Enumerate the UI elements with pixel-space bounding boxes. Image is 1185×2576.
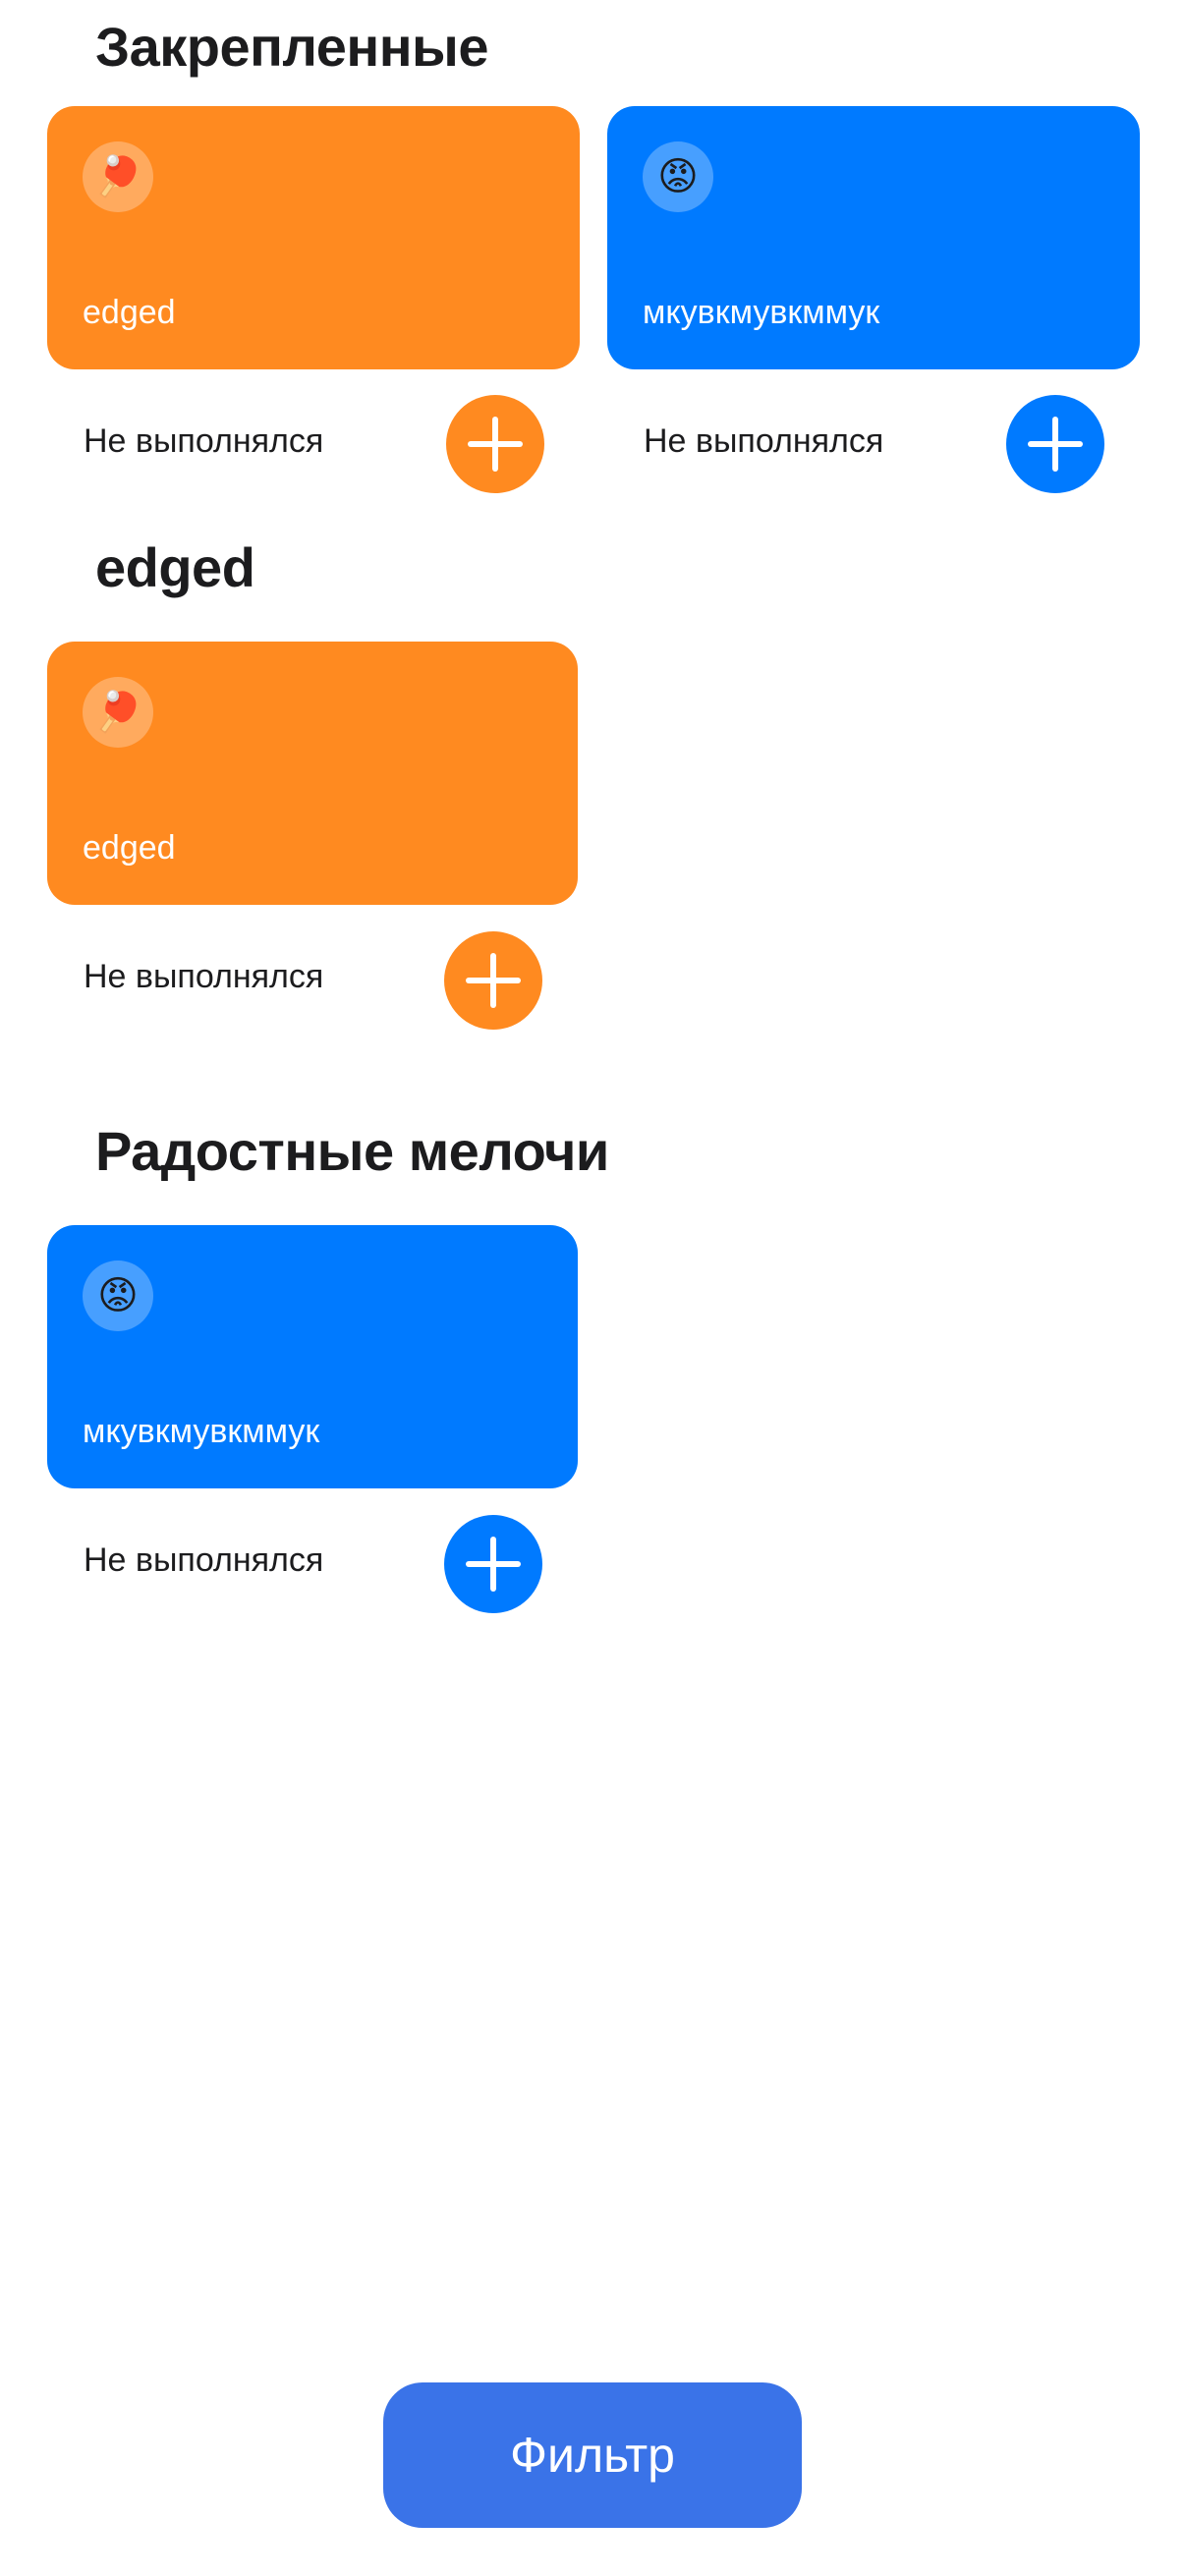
- ping-pong-icon: 🏓: [83, 141, 153, 212]
- habit-name: мкувкмувкммук: [83, 1413, 320, 1450]
- section-title-small-joys: Радостные мелочи: [95, 1120, 609, 1182]
- habit-card[interactable]: 😡 мкувкмувкммук: [47, 1225, 578, 1488]
- habit-card[interactable]: 🏓 edged: [47, 106, 580, 369]
- add-record-button[interactable]: [444, 931, 542, 1030]
- habit-card[interactable]: 🏓 edged: [47, 642, 578, 905]
- section-title-edged: edged: [95, 536, 255, 598]
- habit-card[interactable]: 😡 мкувкмувкммук: [607, 106, 1140, 369]
- angry-face-icon: 😡: [83, 1260, 153, 1331]
- filter-button[interactable]: Фильтр: [383, 2382, 802, 2528]
- add-record-button[interactable]: [444, 1515, 542, 1613]
- habit-name: мкувкмувкммук: [643, 294, 880, 331]
- habit-status: Не выполнялся: [84, 958, 324, 995]
- angry-face-icon: 😡: [643, 141, 713, 212]
- add-record-button[interactable]: [1006, 395, 1104, 493]
- section-title-pinned: Закрепленные: [95, 16, 489, 78]
- habit-status: Не выполнялся: [84, 422, 324, 460]
- add-record-button[interactable]: [446, 395, 544, 493]
- habit-status: Не выполнялся: [644, 422, 884, 460]
- ping-pong-icon: 🏓: [83, 677, 153, 748]
- habit-name: edged: [83, 829, 176, 867]
- habit-name: edged: [83, 294, 176, 331]
- habit-status: Не выполнялся: [84, 1541, 324, 1579]
